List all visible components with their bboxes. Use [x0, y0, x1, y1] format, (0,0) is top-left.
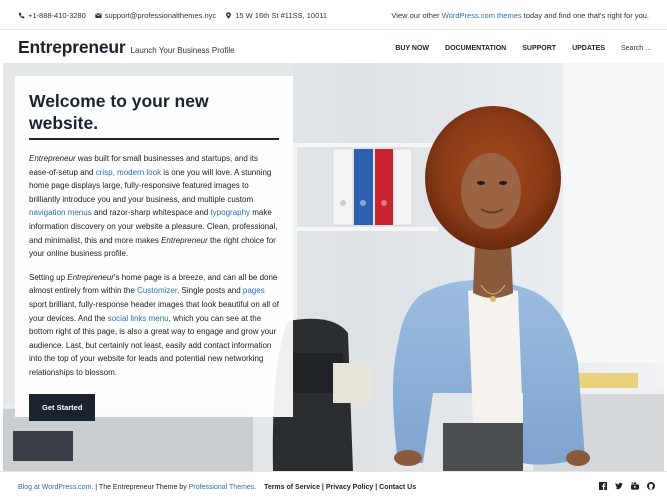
typography-link[interactable]: typography [210, 208, 250, 217]
welcome-card: Welcome to your new website. Entrepreneu… [15, 76, 293, 421]
navigation-menus-link[interactable]: navigation menus [29, 208, 92, 217]
footer-link-privacy[interactable]: Privacy Policy [326, 484, 373, 491]
twitter-icon[interactable] [615, 482, 623, 490]
address-item[interactable]: 15 W 16th St #11SS, 10011 [225, 11, 327, 20]
email-item[interactable]: support@professionalthemes.nyc [94, 11, 217, 20]
phone-icon [18, 12, 25, 19]
wordpress-themes-link[interactable]: WordPress.com themes [442, 11, 522, 20]
github-icon[interactable] [647, 482, 655, 490]
site-header: Entrepreneur Launch Your Business Profil… [0, 31, 667, 63]
intro-paragraph: Entrepreneur was built for small busines… [29, 154, 278, 259]
professional-themes-link[interactable]: Professional Themes. [189, 484, 257, 491]
pages-link[interactable]: pages [243, 286, 265, 295]
nav-item-updates[interactable]: UPDATES [572, 45, 605, 52]
email-address: support@professionalthemes.nyc [104, 11, 217, 20]
get-started-button[interactable]: Get Started [29, 393, 96, 421]
contact-bar: +1-888-410-3280 support@professionalthem… [0, 0, 667, 30]
site-tagline: Launch Your Business Profile [130, 46, 235, 55]
nav-item-support[interactable]: SUPPORT [522, 45, 556, 52]
facebook-icon[interactable] [599, 482, 607, 490]
footer-credits: Blog at WordPress.com. | The Entrepreneu… [18, 484, 417, 491]
phone-number: +1-888-410-3280 [28, 11, 86, 20]
youtube-icon[interactable] [631, 482, 639, 490]
nav-item-buy-now[interactable]: BUY NOW [395, 45, 429, 52]
site-branding: Entrepreneur Launch Your Business Profil… [18, 37, 235, 58]
site-footer: Blog at WordPress.com. | The Entrepreneu… [0, 471, 667, 502]
wordpress-blog-link[interactable]: Blog at WordPress.com. [18, 484, 93, 491]
phone-item[interactable]: +1-888-410-3280 [18, 11, 86, 20]
social-links-menu-link[interactable]: social links menu [108, 314, 169, 323]
setup-paragraph: Setting up Entrepreneur's home page is a… [29, 272, 279, 377]
site-title[interactable]: Entrepreneur [18, 37, 126, 58]
footer-link-contact[interactable]: Contact Us [379, 484, 416, 491]
nav-item-documentation[interactable]: DOCUMENTATION [445, 45, 506, 52]
crisp-modern-look-link[interactable]: crisp, modern look [96, 168, 161, 177]
promo-text: View our other WordPress.com themes toda… [391, 11, 649, 20]
welcome-heading: Welcome to your new website. [29, 90, 279, 140]
map-pin-icon [226, 12, 232, 19]
social-links [599, 482, 655, 490]
footer-link-terms[interactable]: Terms of Service [264, 484, 320, 491]
envelope-icon [94, 13, 102, 18]
search-input[interactable]: Search … [621, 45, 653, 52]
primary-nav: BUY NOW DOCUMENTATION SUPPORT UPDATES Se… [395, 45, 653, 52]
customizer-link[interactable]: Customizer [137, 286, 177, 295]
address-text: 15 W 16th St #11SS, 10011 [235, 11, 328, 20]
